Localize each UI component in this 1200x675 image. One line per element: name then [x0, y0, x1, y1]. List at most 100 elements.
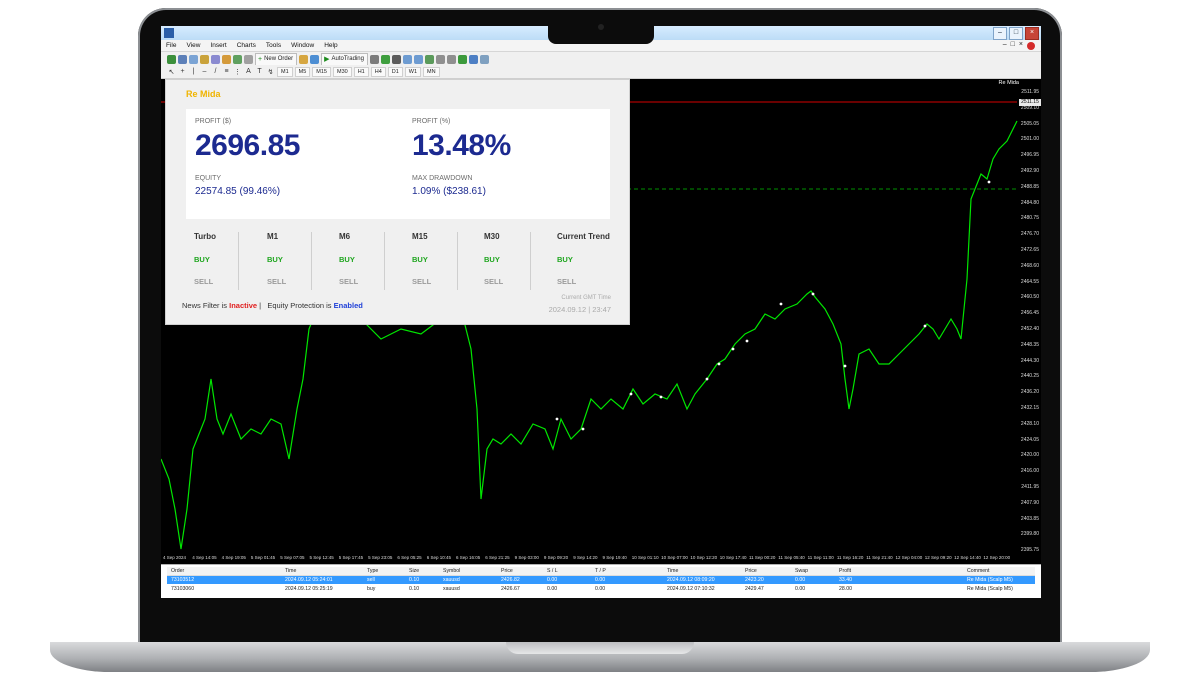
market-watch-icon[interactable] [200, 54, 209, 64]
menu-charts[interactable]: Charts [232, 42, 261, 49]
options-icon[interactable] [310, 54, 320, 64]
tile-windows-icon[interactable] [424, 54, 434, 64]
new-chart-icon[interactable] [167, 54, 176, 64]
autotrading-button[interactable]: ▶ AutoTrading [321, 52, 368, 66]
menu-insert[interactable]: Insert [205, 42, 231, 49]
table-cell: Price [501, 568, 513, 574]
metaeditor-icon[interactable] [299, 54, 309, 64]
price-tick: 2407.90 [1020, 499, 1039, 506]
tf-h1[interactable]: H1 [353, 66, 369, 77]
channel-icon[interactable]: ≡ [222, 68, 231, 75]
maximize-button[interactable]: □ [1009, 27, 1023, 40]
time-tick: 6 Sep 10:45 [426, 555, 451, 560]
mdi-close-button[interactable]: × [1019, 41, 1023, 50]
cursor-icon[interactable]: ↖ [167, 68, 176, 76]
trade-marker [629, 392, 633, 396]
time-tick: 12 Sep 04:00 [895, 555, 923, 560]
bar-chart-icon[interactable] [369, 54, 379, 64]
table-cell: Re Mida (Scalp M5) [967, 577, 1013, 583]
zoom-in-icon[interactable] [402, 54, 412, 64]
table-cell: 0.00 [795, 586, 806, 592]
autotrading-label: AutoTrading [331, 55, 364, 62]
chart-window-icon[interactable] [189, 54, 198, 64]
profiles-icon[interactable] [178, 54, 187, 64]
indicators-icon[interactable] [457, 54, 467, 64]
minimize-button[interactable]: – [993, 27, 1007, 40]
arrows-icon[interactable]: ↯ [266, 68, 275, 76]
close-button[interactable]: × [1025, 27, 1039, 40]
new-order-button[interactable]: + New Order [255, 52, 298, 66]
price-tick: 2456.45 [1020, 310, 1039, 317]
tf-m1[interactable]: M1 [277, 66, 293, 77]
profit-pct-value: 13.48% [412, 129, 511, 162]
main-toolbar: + New Order ▶ AutoTrading [161, 51, 1041, 66]
trade-marker [705, 377, 709, 381]
table-row[interactable]: 73103512 2024.09.12 05:24:01 sell 0.10 xauus… [167, 576, 1035, 584]
tf-h4[interactable]: H4 [370, 66, 386, 77]
zoom-out-icon[interactable] [413, 54, 423, 64]
menu-tools[interactable]: Tools [261, 42, 286, 49]
window-controls: – □ × [993, 27, 1039, 40]
menu-view[interactable]: View [181, 42, 205, 49]
time-tick: 11 Sep 05:40 [778, 555, 805, 560]
alert-icon[interactable] [1027, 42, 1035, 50]
trade-marker [581, 427, 585, 431]
time-tick: 11 Sep 11:00 [807, 555, 834, 560]
menu-window[interactable]: Window [286, 42, 319, 49]
label-icon[interactable]: T [255, 68, 264, 75]
time-tick: 12 Sep 20:00 [983, 555, 1011, 560]
mdi-minimize-button[interactable]: – [1003, 41, 1007, 50]
text-icon[interactable]: A [244, 68, 253, 75]
vertical-line-icon[interactable]: | [189, 68, 198, 75]
tf-m5[interactable]: M5 [294, 66, 311, 77]
price-tick: 2484.80 [1020, 199, 1039, 206]
table-row[interactable]: 73103060 2024.09.12 05:25:19 buy 0.10 xauusd… [167, 585, 1035, 593]
time-tick: 6 Sep 05:25 [397, 555, 422, 560]
table-cell: xauusd [443, 577, 460, 583]
menu-help[interactable]: Help [319, 42, 342, 49]
mdi-restore-button[interactable]: □ [1011, 41, 1015, 50]
time-tick: 10 Sep 01:10 [631, 555, 659, 560]
templates-icon[interactable] [479, 54, 489, 64]
tester-icon[interactable] [244, 54, 253, 64]
price-scale[interactable]: 2511.95 2509.10 2505.05 2501.00 2496.95 2492.… [1015, 79, 1041, 557]
table-cell: S / L [547, 568, 558, 574]
terminal-icon[interactable] [233, 54, 242, 64]
fibonacci-icon[interactable]: ⋮ [233, 68, 242, 76]
price-tick: 2496.95 [1020, 152, 1039, 159]
navigator-icon[interactable] [222, 54, 231, 64]
table-cell: Type [367, 568, 379, 574]
crosshair-icon[interactable]: + [178, 68, 187, 75]
price-tick: 2501.00 [1020, 136, 1039, 143]
time-tick: 9 Sep 14:20 [573, 555, 598, 560]
table-cell: Price [745, 568, 757, 574]
price-tick: 2468.60 [1020, 262, 1039, 269]
periods-icon[interactable] [468, 54, 478, 64]
tf-m30[interactable]: M30 [332, 66, 352, 77]
table-cell: 0.00 [795, 577, 806, 583]
table-cell: 2024.09.12 05:25:19 [285, 586, 333, 592]
table-cell: 2426.67 [501, 586, 520, 592]
chart-shift-icon[interactable] [446, 54, 456, 64]
laptop-base-groove [506, 642, 694, 654]
line-chart-icon[interactable] [391, 54, 401, 64]
table-cell: T / P [595, 568, 606, 574]
drawdown-value: 1.09% ($238.61) [412, 186, 486, 197]
time-tick: 4 Sep 2024 [163, 555, 187, 560]
price-tick: 2403.85 [1020, 515, 1039, 522]
tf-m15[interactable]: M15 [312, 66, 331, 77]
candlestick-icon[interactable] [380, 54, 390, 64]
trendline-icon[interactable]: / [211, 68, 220, 75]
tf-mn[interactable]: MN [423, 66, 440, 77]
tf-d1[interactable]: D1 [387, 66, 403, 77]
signal-m6: M6 BUY SELL [311, 232, 384, 290]
horizontal-line-icon[interactable]: – [200, 68, 209, 75]
data-window-icon[interactable] [211, 54, 220, 64]
table-cell: Order [171, 568, 185, 574]
tf-w1[interactable]: W1 [404, 66, 422, 77]
plus-icon: + [258, 55, 263, 63]
table-cell: Time [285, 568, 297, 574]
menu-file[interactable]: File [161, 42, 181, 49]
table-cell: xauusd [443, 586, 460, 592]
autoscroll-icon[interactable] [435, 54, 445, 64]
